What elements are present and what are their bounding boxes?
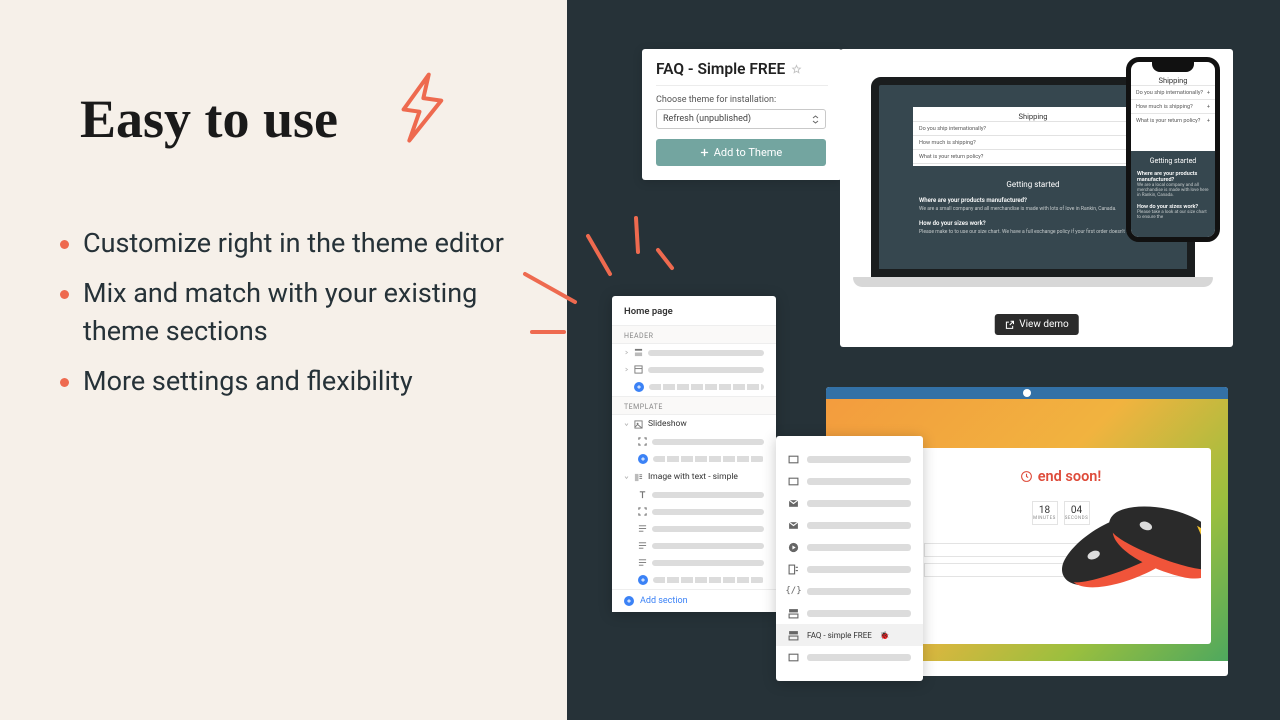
plus-circle-icon xyxy=(638,454,648,464)
editor-add-subrow[interactable] xyxy=(612,571,776,589)
add-section-button[interactable]: Add section xyxy=(612,589,776,612)
external-link-icon xyxy=(1004,320,1014,330)
faq-answer: We are a local company and all merchandi… xyxy=(1137,183,1209,198)
picker-item[interactable] xyxy=(776,470,923,492)
editor-row[interactable]: Slideshow xyxy=(612,415,776,433)
faq-item[interactable]: What is your return policy?+ xyxy=(1131,113,1215,127)
storefront-nav xyxy=(826,387,1228,399)
image-icon xyxy=(634,420,643,429)
device-preview-card: Shipping Do you ship internationally?⌵ H… xyxy=(840,49,1233,347)
picker-item[interactable] xyxy=(776,448,923,470)
faq-item[interactable]: What is your return policy?⌵ xyxy=(913,149,1153,164)
faq-item[interactable]: How much is shipping?+ xyxy=(1131,99,1215,113)
add-to-theme-button[interactable]: Add to Theme xyxy=(656,139,826,166)
bullet-icon xyxy=(60,240,69,249)
faq-item[interactable]: Do you ship internationally?+ xyxy=(1131,85,1215,99)
list-item: Mix and match with your existing theme s… xyxy=(60,274,513,350)
phone-mockup: Shipping Do you ship internationally?+ H… xyxy=(1126,57,1220,242)
plus-circle-icon xyxy=(624,596,634,606)
editor-subrow[interactable] xyxy=(612,554,776,571)
faq-category-title: Shipping xyxy=(1131,76,1215,85)
picker-item[interactable] xyxy=(776,646,923,668)
picker-item[interactable] xyxy=(776,536,923,558)
editor-subrow[interactable] xyxy=(612,486,776,503)
list-item: Customize right in the theme editor xyxy=(60,224,513,262)
editor-subrow[interactable] xyxy=(612,503,776,520)
choose-theme-label: Choose theme for installation: xyxy=(656,95,828,105)
chevron-right-icon xyxy=(624,367,629,372)
editor-page-title: Home page xyxy=(612,306,776,325)
picker-item[interactable] xyxy=(776,602,923,624)
text-icon xyxy=(638,490,647,499)
paragraph-icon xyxy=(638,558,647,567)
paragraph-icon xyxy=(638,524,647,533)
bullet-icon xyxy=(60,290,69,299)
chevron-down-icon xyxy=(624,475,629,480)
section-icon xyxy=(634,348,643,357)
faq-section-icon xyxy=(788,630,799,641)
editor-add-row[interactable] xyxy=(612,378,776,396)
chevron-down-icon xyxy=(624,422,629,427)
theme-select[interactable]: Refresh (unpublished) xyxy=(656,109,826,129)
plus-circle-icon xyxy=(638,575,648,585)
faq-answer: We are a small company and all merchandi… xyxy=(919,206,1147,212)
editor-subrow[interactable] xyxy=(612,433,776,450)
faq-item[interactable]: How much is shipping?⌵ xyxy=(913,135,1153,149)
picker-item[interactable] xyxy=(776,514,923,536)
editor-subrow[interactable] xyxy=(612,520,776,537)
page-heading: Easy to use xyxy=(80,88,338,150)
product-image xyxy=(1031,462,1201,622)
view-demo-button[interactable]: View demo xyxy=(994,314,1079,335)
faq-question: Where are your products manufactured? xyxy=(919,197,1147,204)
faq-answer: Please make to to use our size chart. We… xyxy=(919,229,1147,235)
star-icon xyxy=(791,64,802,75)
install-title: FAQ - Simple FREE xyxy=(656,60,828,86)
faq-question: Where are your products manufactured? xyxy=(1137,171,1209,183)
section-picker: {/} FAQ - simple FREE 🐞 xyxy=(776,436,923,681)
editor-group-header: HEADER xyxy=(612,325,776,344)
getting-started-title: Getting started xyxy=(1137,157,1209,165)
bullet-icon xyxy=(60,378,69,387)
chevron-right-icon xyxy=(624,350,629,355)
theme-editor-panel: Home page HEADER TEMPLATE Slideshow xyxy=(612,296,776,612)
editor-group-template: TEMPLATE xyxy=(612,396,776,415)
editor-subrow[interactable] xyxy=(612,537,776,554)
ladybug-icon: 🐞 xyxy=(880,631,890,640)
faq-answer: Please take a look at our size chart to … xyxy=(1137,210,1209,220)
image-text-icon xyxy=(634,473,643,482)
install-card: FAQ - Simple FREE Choose theme for insta… xyxy=(642,49,842,180)
fullscreen-icon xyxy=(638,507,647,516)
picker-item[interactable] xyxy=(776,558,923,580)
feature-list: Customize right in the theme editor Mix … xyxy=(60,224,513,412)
editor-row[interactable]: Image with text - simple xyxy=(612,468,776,486)
picker-item-selected[interactable]: FAQ - simple FREE 🐞 xyxy=(776,624,923,646)
section-icon xyxy=(634,365,643,374)
list-item: More settings and flexibility xyxy=(60,362,513,400)
fullscreen-icon xyxy=(638,437,647,446)
editor-add-subrow[interactable] xyxy=(612,450,776,468)
faq-category-title: Shipping xyxy=(913,112,1153,121)
editor-row[interactable] xyxy=(612,344,776,361)
faq-question: How do your sizes work? xyxy=(919,220,1147,227)
lightning-icon xyxy=(390,68,454,148)
paragraph-icon xyxy=(638,541,647,550)
picker-item[interactable] xyxy=(776,492,923,514)
picker-item[interactable]: {/} xyxy=(776,580,923,602)
select-caret-icon xyxy=(812,115,819,124)
editor-row[interactable] xyxy=(612,361,776,378)
plus-circle-icon xyxy=(634,382,644,392)
plus-icon xyxy=(700,148,709,157)
faq-item[interactable]: Do you ship internationally?⌵ xyxy=(913,121,1153,135)
